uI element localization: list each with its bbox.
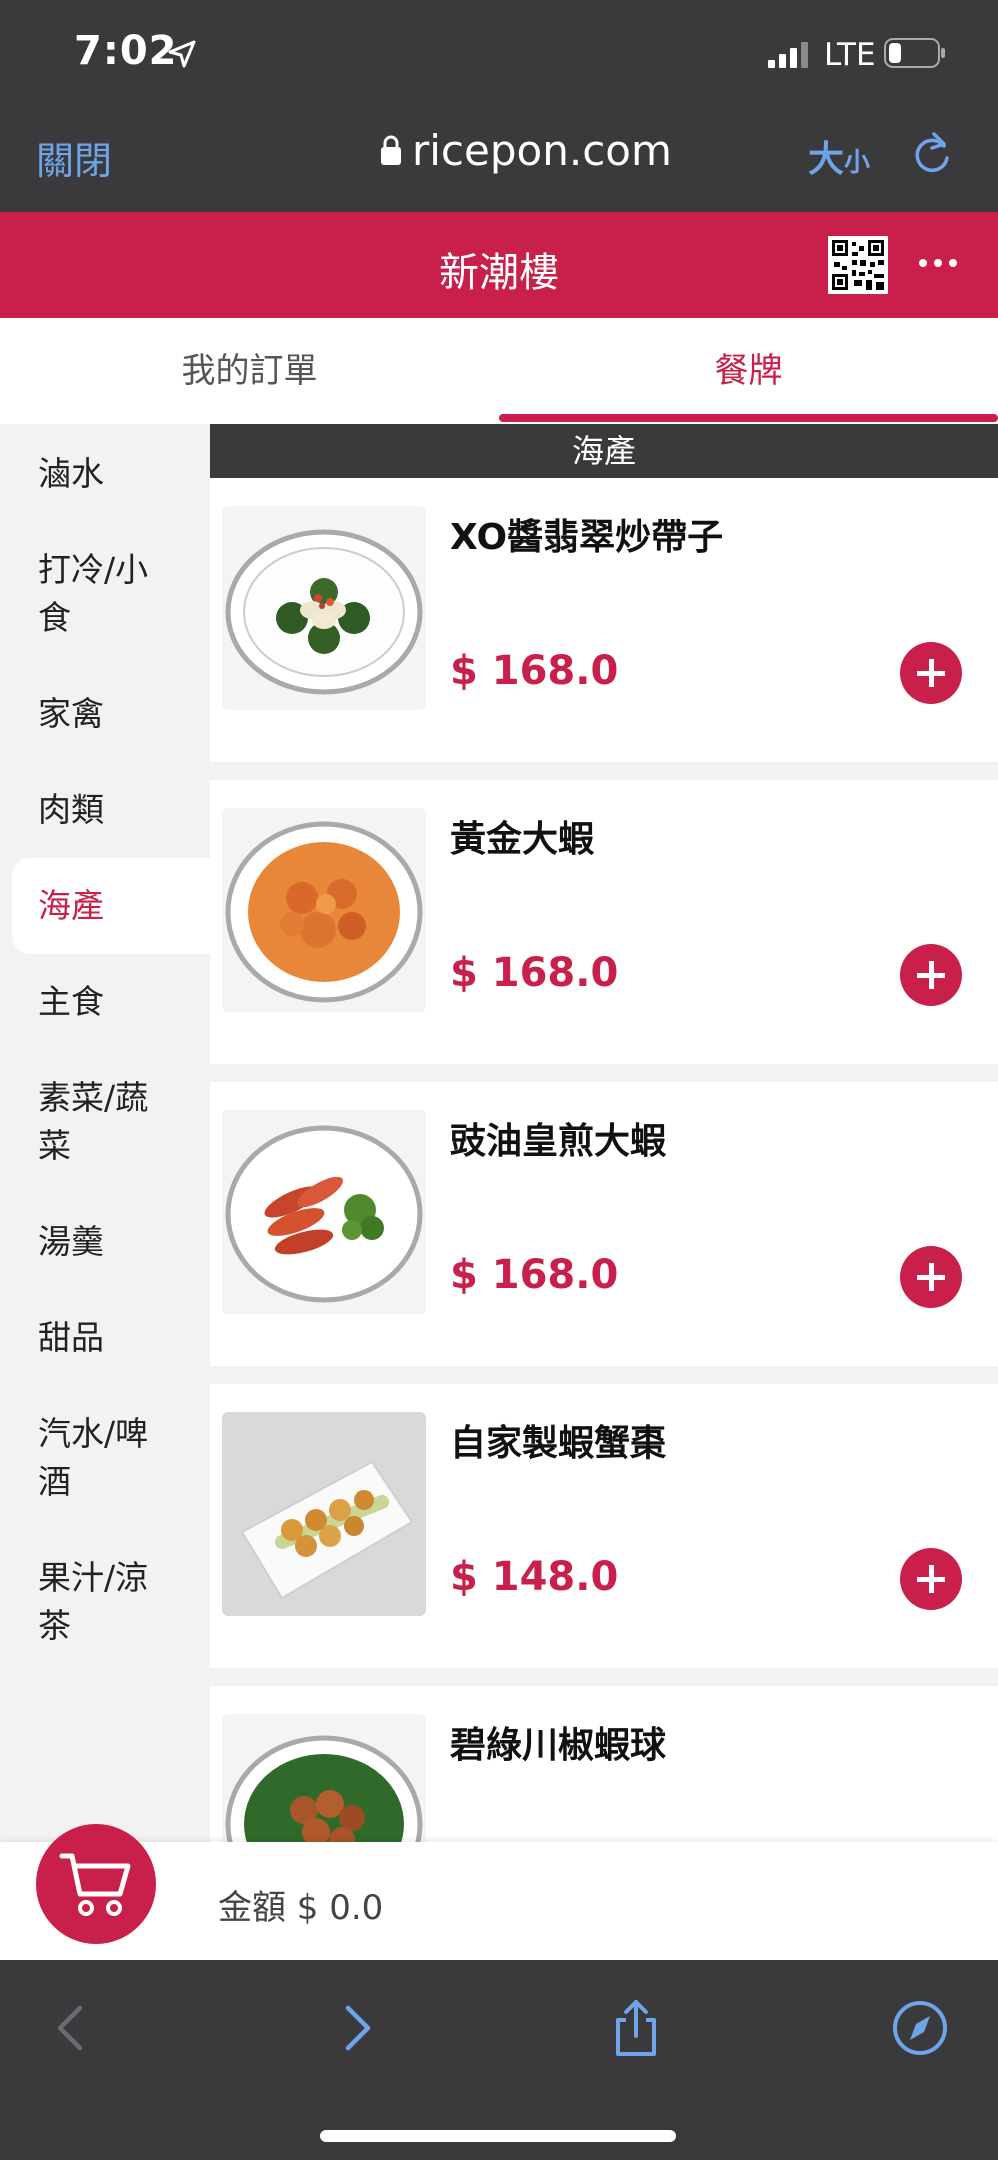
lock-icon bbox=[381, 135, 401, 165]
dish-price: $ 168.0 bbox=[450, 1252, 619, 1298]
add-to-cart-button[interactable] bbox=[900, 944, 962, 1006]
category-item[interactable]: 果汁/涼茶 bbox=[0, 1554, 210, 1650]
close-button[interactable]: 關閉 bbox=[36, 130, 112, 185]
category-item[interactable]: 汽水/啤酒 bbox=[0, 1410, 210, 1506]
home-indicator bbox=[320, 2130, 676, 2142]
dish-name: 豉油皇煎大蝦 bbox=[450, 1121, 667, 1162]
add-to-cart-button[interactable] bbox=[900, 1548, 962, 1610]
menu-item-card[interactable]: 自家製蝦蟹棗 $ 148.0 bbox=[210, 1384, 998, 1668]
shopping-cart-icon bbox=[59, 1853, 131, 1916]
tab-menu[interactable]: 餐牌 bbox=[499, 318, 998, 424]
dish-price: $ 148.0 bbox=[450, 1554, 619, 1600]
dish-photo bbox=[222, 808, 426, 1012]
category-item[interactable]: 素菜/蔬菜 bbox=[0, 1074, 210, 1170]
dish-price: $ 168.0 bbox=[450, 648, 619, 694]
dish-photo bbox=[222, 1412, 426, 1616]
status-bar: 7:02 LTE bbox=[0, 0, 998, 112]
network-type: LTE bbox=[824, 37, 876, 73]
dish-name: 黃金大蝦 bbox=[450, 819, 595, 860]
text-size-small-label: 小 bbox=[844, 148, 871, 178]
active-tab-indicator bbox=[499, 414, 998, 422]
menu-item-card[interactable]: 黃金大蝦 $ 168.0 bbox=[210, 780, 998, 1064]
url-text[interactable]: ricepon.com bbox=[412, 126, 672, 175]
add-to-cart-button[interactable] bbox=[900, 1246, 962, 1308]
app-header: 新潮樓 bbox=[0, 212, 998, 318]
browser-toolbar bbox=[0, 1960, 998, 2160]
category-item-active[interactable]: 海產 bbox=[12, 858, 210, 954]
forward-icon[interactable] bbox=[326, 1998, 386, 2058]
battery-icon bbox=[884, 38, 945, 68]
menu-content: 滷水 打冷/小食 家禽 肉類 海產 主食 素菜/蔬菜 湯羹 甜品 汽水/啤酒 果… bbox=[0, 424, 998, 1842]
category-item[interactable]: 肉類 bbox=[0, 786, 210, 834]
browser-address-bar: 關閉 ricepon.com 大小 bbox=[0, 112, 998, 212]
dish-price: $ 168.0 bbox=[450, 950, 619, 996]
location-arrow-icon bbox=[168, 40, 196, 68]
cart-button[interactable] bbox=[36, 1824, 156, 1944]
share-icon[interactable] bbox=[606, 1998, 666, 2058]
cart-total: 金額 $ 0.0 bbox=[218, 1888, 384, 1928]
category-item[interactable]: 家禽 bbox=[0, 690, 210, 738]
qr-code-icon[interactable] bbox=[828, 236, 888, 294]
dish-photo bbox=[222, 1714, 426, 1842]
tab-bar: 我的訂單 餐牌 bbox=[0, 318, 998, 424]
menu-item-card[interactable]: XO醬翡翠炒帶子 $ 168.0 bbox=[210, 478, 998, 762]
category-item[interactable]: 甜品 bbox=[0, 1314, 210, 1362]
text-size-big-label: 大 bbox=[808, 139, 845, 180]
category-sidebar: 滷水 打冷/小食 家禽 肉類 海產 主食 素菜/蔬菜 湯羹 甜品 汽水/啤酒 果… bbox=[0, 424, 210, 1842]
cellular-signal-icon bbox=[768, 42, 808, 68]
dish-photo bbox=[222, 506, 426, 710]
category-item[interactable]: 滷水 bbox=[0, 450, 210, 498]
dish-photo bbox=[222, 1110, 426, 1314]
category-item[interactable]: 主食 bbox=[0, 978, 210, 1026]
category-item[interactable]: 湯羹 bbox=[0, 1218, 210, 1266]
reload-icon[interactable] bbox=[910, 130, 954, 178]
dish-name: 自家製蝦蟹棗 bbox=[450, 1423, 667, 1464]
back-icon[interactable] bbox=[42, 1998, 102, 2058]
menu-item-card[interactable]: 碧綠川椒蝦球 bbox=[210, 1686, 998, 1842]
dish-name: XO醬翡翠炒帶子 bbox=[450, 517, 724, 558]
cart-bar: 金額 $ 0.0 bbox=[0, 1824, 998, 1960]
menu-item-card[interactable]: 豉油皇煎大蝦 $ 168.0 bbox=[210, 1082, 998, 1366]
more-options-icon[interactable] bbox=[918, 258, 958, 268]
text-size-button[interactable]: 大小 bbox=[808, 130, 870, 182]
section-header: 海產 bbox=[210, 424, 998, 478]
tab-my-orders[interactable]: 我的訂單 bbox=[0, 318, 499, 424]
menu-item-list: 海產 XO醬翡翠炒帶子 $ 168.0 黃金大蝦 $ 168.0 豉油皇煎大蝦 … bbox=[210, 424, 998, 1842]
status-time: 7:02 bbox=[74, 28, 178, 74]
compass-icon[interactable] bbox=[890, 1998, 950, 2058]
category-item[interactable]: 打冷/小食 bbox=[0, 546, 210, 642]
add-to-cart-button[interactable] bbox=[900, 642, 962, 704]
dish-name: 碧綠川椒蝦球 bbox=[450, 1725, 667, 1766]
